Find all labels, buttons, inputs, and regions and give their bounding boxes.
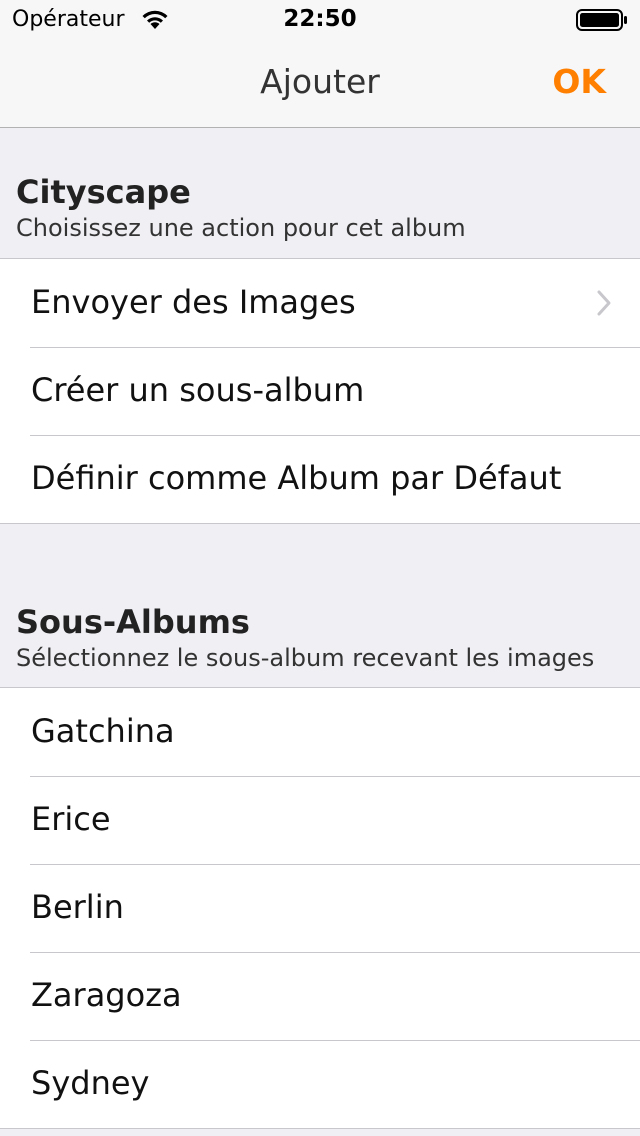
subalbums-subtitle: Sélectionnez le sous-album recevant les … [16, 644, 595, 672]
subalbums-section-header: Sous-Albums Sélectionnez le sous-album r… [16, 602, 626, 674]
navigation-bar: Ajouter OK [0, 40, 640, 128]
battery-icon [576, 9, 627, 31]
album-actions-list: Envoyer des Images Créer un sous-album D… [0, 258, 640, 524]
subalbum-label: Sydney [31, 1064, 150, 1102]
ok-button[interactable]: OK [552, 62, 606, 101]
subalbums-list: Gatchina Erice Berlin Zaragoza Sydney [0, 687, 640, 1129]
subalbum-label: Zaragoza [31, 976, 182, 1014]
create-subalbum-label: Créer un sous-album [31, 371, 365, 409]
subalbum-item-erice[interactable]: Erice [0, 776, 640, 864]
album-title: Cityscape [16, 173, 191, 211]
set-default-album-row[interactable]: Définir comme Album par Défaut [0, 435, 640, 523]
subalbum-label: Erice [31, 800, 111, 838]
subalbum-item-gatchina[interactable]: Gatchina [0, 688, 640, 776]
status-time: 22:50 [283, 6, 357, 32]
subalbum-item-zaragoza[interactable]: Zaragoza [0, 952, 640, 1040]
create-subalbum-row[interactable]: Créer un sous-album [0, 347, 640, 435]
subalbum-label: Gatchina [31, 712, 175, 750]
page-title: Ajouter [260, 62, 380, 101]
subalbum-item-sydney[interactable]: Sydney [0, 1040, 640, 1128]
subalbum-label: Berlin [31, 888, 124, 926]
subalbums-title: Sous-Albums [16, 603, 250, 641]
album-section-header: Cityscape Choisissez une action pour cet… [16, 172, 626, 244]
upload-images-label: Envoyer des Images [31, 283, 356, 321]
status-bar: Opérateur 22:50 [0, 0, 640, 40]
subalbum-item-berlin[interactable]: Berlin [0, 864, 640, 952]
chevron-right-icon [597, 290, 611, 316]
album-subtitle: Choisissez une action pour cet album [16, 214, 466, 242]
set-default-album-label: Définir comme Album par Défaut [31, 459, 562, 497]
upload-images-row[interactable]: Envoyer des Images [0, 259, 640, 347]
